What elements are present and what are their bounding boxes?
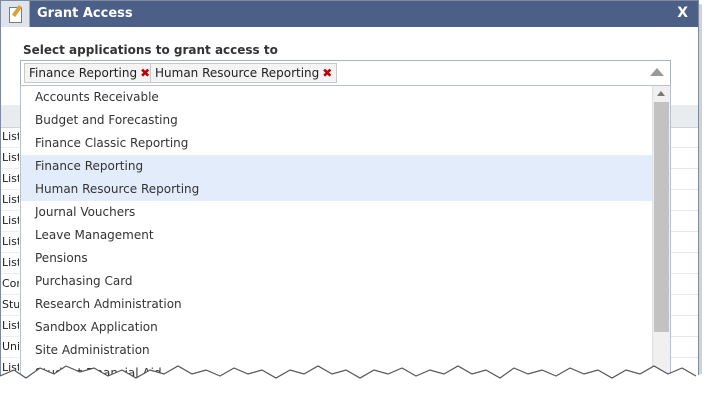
option-pensions[interactable]: Pensions: [21, 247, 653, 270]
tag-label: Human Resource Reporting: [155, 66, 320, 80]
dialog-titlebar: Grant Access X: [1, 1, 698, 27]
option-sandbox-application[interactable]: Sandbox Application: [21, 316, 653, 339]
selected-tag-finance-reporting: Finance Reporting ✖: [24, 63, 156, 83]
grant-access-dialog: Grant Access X List List List List List …: [0, 0, 699, 394]
option-leave-management[interactable]: Leave Management: [21, 224, 653, 247]
background-grid: [669, 105, 698, 393]
remove-tag-icon[interactable]: ✖: [322, 66, 332, 80]
option-finance-classic-reporting[interactable]: Finance Classic Reporting: [21, 132, 653, 155]
tag-label: Finance Reporting: [29, 66, 138, 80]
option-accounts-receivable[interactable]: Accounts Receivable: [21, 86, 653, 109]
option-budget-and-forecasting[interactable]: Budget and Forecasting: [21, 109, 653, 132]
option-journal-vouchers[interactable]: Journal Vouchers: [21, 201, 653, 224]
scroll-up-icon[interactable]: [653, 86, 670, 101]
background-row: List: [1, 316, 19, 337]
document-edit-icon: [1, 1, 30, 27]
background-row: List: [1, 358, 19, 379]
background-row: Con: [1, 274, 19, 295]
remove-tag-icon[interactable]: ✖: [140, 66, 150, 80]
applications-multiselect[interactable]: Finance Reporting ✖ Human Resource Report…: [20, 60, 671, 86]
background-list: List List List List List List List Con S…: [1, 105, 19, 393]
dropdown-scrollbar[interactable]: [652, 86, 670, 393]
background-row: List: [1, 127, 19, 148]
option-purchasing-card[interactable]: Purchasing Card: [21, 270, 653, 293]
background-row: List: [1, 190, 19, 211]
option-human-resource-reporting[interactable]: Human Resource Reporting: [21, 178, 653, 201]
background-row: List: [1, 232, 19, 253]
option-research-administration[interactable]: Research Administration: [21, 293, 653, 316]
selected-tag-human-resource-reporting: Human Resource Reporting ✖: [150, 63, 338, 83]
applications-dropdown-list: Accounts Receivable Budget and Forecasti…: [20, 85, 671, 393]
close-button[interactable]: X: [677, 5, 688, 21]
applications-label: Select applications to grant access to: [23, 43, 278, 57]
scrollbar-thumb[interactable]: [654, 102, 669, 332]
background-row: List: [1, 169, 19, 190]
background-row: List: [1, 211, 19, 232]
background-row: Stu: [1, 295, 19, 316]
option-finance-reporting[interactable]: Finance Reporting: [21, 155, 653, 178]
background-row: List: [1, 148, 19, 169]
dialog-title: Grant Access: [37, 6, 133, 21]
background-row: Uni: [1, 337, 19, 358]
background-row: List: [1, 253, 19, 274]
chevron-up-icon[interactable]: [650, 68, 664, 76]
option-student-financial-aid[interactable]: Student Financial Aid: [21, 362, 653, 385]
option-site-administration[interactable]: Site Administration: [21, 339, 653, 362]
